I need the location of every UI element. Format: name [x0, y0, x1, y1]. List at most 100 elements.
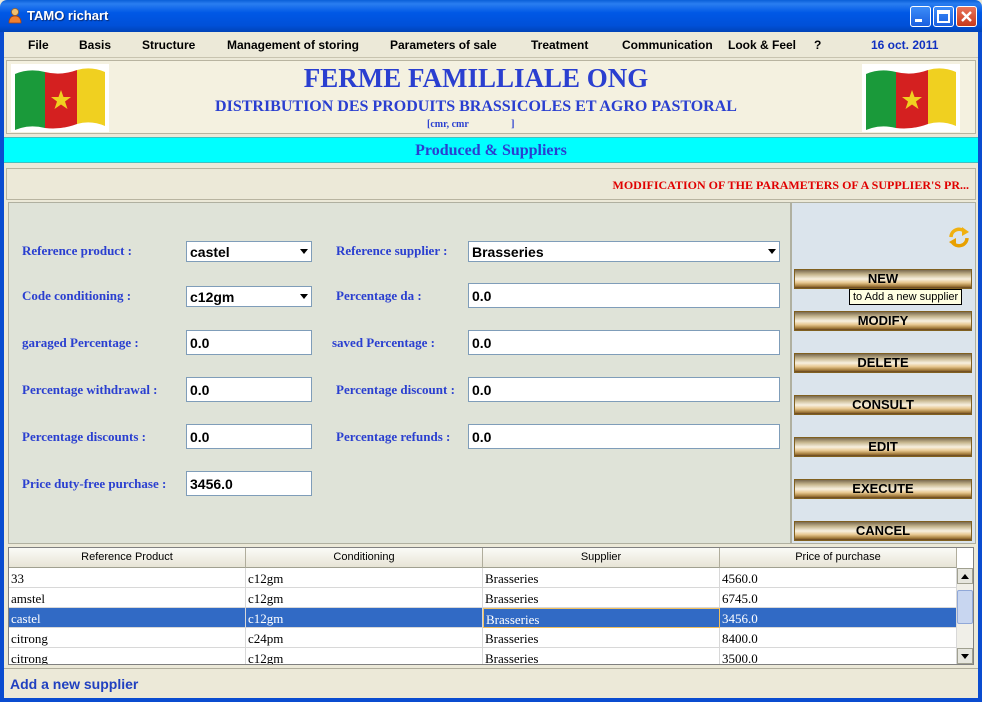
table-row-selected[interactable]: castel c12gm Brasseries 3456.0: [9, 608, 957, 628]
new-button-tooltip: to Add a new supplier: [849, 289, 963, 305]
cell-price: 4560.0: [720, 568, 957, 588]
saved-percentage-field[interactable]: 0.0: [468, 330, 780, 355]
cell-price: 3500.0: [720, 648, 957, 664]
arrow-down-icon: [961, 654, 969, 659]
percentage-refunds-field[interactable]: 0.0: [468, 424, 780, 449]
title-bar: TAMO richart: [0, 0, 982, 32]
close-button[interactable]: [956, 6, 977, 27]
form-panel: Reference product : castel Reference sup…: [8, 202, 791, 544]
cell-supplier: Brasseries: [483, 568, 720, 588]
table-row[interactable]: citrong c12gm Brasseries 3500.0: [9, 648, 957, 664]
execute-button[interactable]: EXECUTE: [794, 479, 972, 499]
cell-supplier: Brasseries: [483, 588, 720, 608]
cell-price: 6745.0: [720, 588, 957, 608]
new-button[interactable]: NEW: [794, 269, 972, 289]
menu-bar: File Basis Structure Management of stori…: [4, 32, 978, 58]
chevron-down-icon: [768, 249, 776, 254]
cell-reference-product: citrong: [9, 628, 246, 648]
column-header-reference-product[interactable]: Reference Product: [9, 548, 246, 568]
table-row[interactable]: amstel c12gm Brasseries 6745.0: [9, 588, 957, 608]
menu-help[interactable]: ?: [814, 38, 821, 52]
maximize-button[interactable]: [933, 6, 954, 27]
cell-conditioning: c12gm: [246, 588, 483, 608]
menu-management-of-storing[interactable]: Management of storing: [227, 38, 359, 52]
code-conditioning-value: c12gm: [190, 289, 235, 305]
percentage-discounts-label: Percentage discounts :: [22, 429, 146, 444]
percentage-da-label: Percentage da :: [336, 288, 422, 303]
window-frame-left: [0, 32, 4, 702]
chevron-down-icon: [300, 249, 308, 254]
supplier-table: Reference Product Conditioning Supplier …: [8, 547, 974, 665]
table-row[interactable]: citrong c24pm Brasseries 8400.0: [9, 628, 957, 648]
garaged-percentage-field[interactable]: 0.0: [186, 330, 312, 355]
reference-product-select[interactable]: castel: [186, 241, 312, 262]
garaged-percentage-label: garaged Percentage :: [22, 335, 139, 350]
window-title: TAMO richart: [27, 8, 109, 23]
action-panel: NEW to Add a new supplier MODIFY DELETE …: [791, 202, 976, 544]
menu-treatment[interactable]: Treatment: [531, 38, 588, 52]
column-header-price[interactable]: Price of purchase: [720, 548, 957, 568]
status-bar: Add a new supplier: [4, 668, 978, 698]
minimize-icon: [915, 19, 922, 22]
arrow-up-icon: [961, 574, 969, 579]
price-duty-free-field[interactable]: 3456.0: [186, 471, 312, 496]
scroll-down-button[interactable]: [957, 648, 973, 664]
percentage-discounts-field[interactable]: 0.0: [186, 424, 312, 449]
close-icon: [961, 11, 972, 22]
window-frame-right: [978, 32, 982, 702]
price-duty-free-label: Price duty-free purchase :: [22, 476, 167, 491]
cell-reference-product: citrong: [9, 648, 246, 664]
delete-button[interactable]: DELETE: [794, 353, 972, 373]
cell-supplier: Brasseries: [483, 608, 720, 628]
table-scrollbar[interactable]: [957, 568, 973, 664]
cameroon-flag-icon: [862, 64, 960, 132]
menu-file[interactable]: File: [28, 38, 49, 52]
modify-button[interactable]: MODIFY: [794, 311, 972, 331]
saved-percentage-label: saved Percentage :: [332, 335, 436, 350]
percentage-discount-label: Percentage discount :: [336, 382, 455, 397]
cell-conditioning: c12gm: [246, 568, 483, 588]
refresh-icon[interactable]: [947, 225, 971, 249]
minimize-button[interactable]: [910, 6, 931, 27]
company-title: FERME FAMILLIALE ONG: [303, 63, 649, 93]
user-icon: [8, 8, 22, 24]
percentage-discount-field[interactable]: 0.0: [468, 377, 780, 402]
reference-product-value: castel: [190, 244, 230, 260]
table-row[interactable]: 33 c12gm Brasseries 4560.0: [9, 568, 957, 588]
percentage-withdrawal-label: Percentage withdrawal :: [22, 382, 158, 397]
percentage-withdrawal-field[interactable]: 0.0: [186, 377, 312, 402]
edit-button[interactable]: EDIT: [794, 437, 972, 457]
status-message: Add a new supplier: [10, 676, 139, 692]
menu-look-and-feel[interactable]: Look & Feel: [728, 38, 796, 52]
company-subtitle: DISTRIBUTION DES PRODUITS BRASSICOLES ET…: [215, 98, 737, 115]
menu-communication[interactable]: Communication: [622, 38, 713, 52]
menu-parameters-of-sale[interactable]: Parameters of sale: [390, 38, 497, 52]
cell-reference-product: 33: [9, 568, 246, 588]
modification-message: MODIFICATION OF THE PARAMETERS OF A SUPP…: [612, 178, 969, 192]
cancel-button[interactable]: CANCEL: [794, 521, 972, 541]
header-banner: FERME FAMILLIALE ONG DISTRIBUTION DES PR…: [6, 60, 976, 134]
reference-supplier-select[interactable]: Brasseries: [468, 241, 780, 262]
cell-price: 8400.0: [720, 628, 957, 648]
column-header-conditioning[interactable]: Conditioning: [246, 548, 483, 568]
reference-supplier-label: Reference supplier :: [336, 243, 448, 258]
code-conditioning-label: Code conditioning :: [22, 288, 132, 303]
percentage-da-field[interactable]: 0.0: [468, 283, 780, 308]
section-title: Produced & Suppliers: [4, 137, 978, 163]
menu-basis[interactable]: Basis: [79, 38, 111, 52]
cell-conditioning: c12gm: [246, 648, 483, 664]
column-header-supplier[interactable]: Supplier: [483, 548, 720, 568]
code-conditioning-select[interactable]: c12gm: [186, 286, 312, 307]
chevron-down-icon: [300, 294, 308, 299]
window-frame-bottom: [0, 698, 982, 702]
modification-bar: MODIFICATION OF THE PARAMETERS OF A SUPP…: [6, 168, 976, 200]
scroll-up-button[interactable]: [957, 568, 973, 584]
reference-supplier-value: Brasseries: [472, 244, 544, 260]
reference-product-label: Reference product :: [22, 243, 132, 258]
menu-structure[interactable]: Structure: [142, 38, 195, 52]
percentage-refunds-label: Percentage refunds :: [336, 429, 451, 444]
consult-button[interactable]: CONSULT: [794, 395, 972, 415]
scroll-thumb[interactable]: [957, 590, 973, 624]
company-info: [cmr, cmr ]: [427, 119, 515, 130]
cell-reference-product: amstel: [9, 588, 246, 608]
